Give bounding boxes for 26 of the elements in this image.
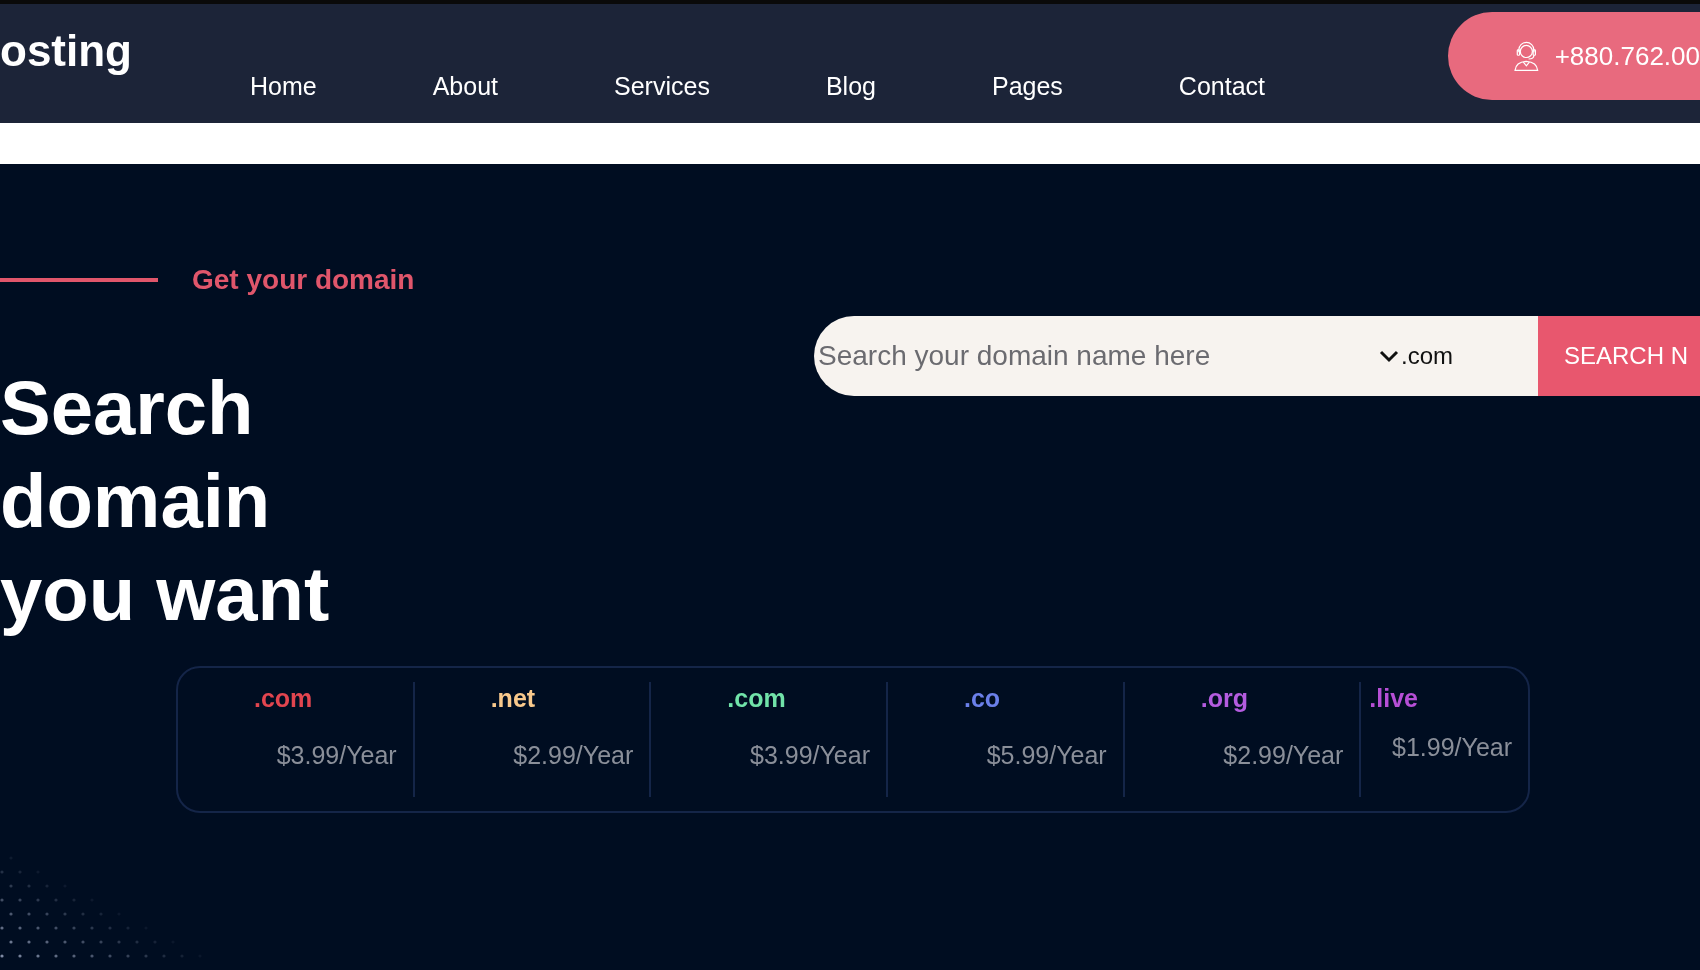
domain-extension: .co: [964, 684, 1001, 713]
hero-heading: Search: [0, 364, 255, 452]
domain-extension: .net: [490, 684, 536, 713]
nav-link[interactable]: Blog: [825, 72, 876, 101]
hero-heading: you want: [0, 550, 331, 638]
extension-dropdown[interactable]: .com: [1378, 316, 1538, 396]
nav-link[interactable]: Services: [614, 72, 710, 101]
section-eyebrow: Get your domain: [192, 264, 415, 296]
nav-link[interactable]: About: [432, 72, 499, 101]
domain-extension: .com: [727, 684, 786, 713]
domain-price: $2.99/Year: [513, 741, 634, 770]
domain-search-field[interactable]: Search your domain name here: [814, 316, 1378, 396]
domain-price: $5.99/Year: [986, 741, 1107, 770]
domain-price: $3.99/Year: [276, 741, 397, 770]
domain-price: $2.99/Year: [1223, 741, 1344, 770]
nav-link[interactable]: Home: [250, 72, 317, 101]
nav-link[interactable]: Contact: [1178, 72, 1265, 101]
domain-extension: .live: [1369, 684, 1418, 713]
domain-extension: .org: [1200, 684, 1248, 713]
chevron-down-icon: [1379, 349, 1399, 363]
domain-price: $3.99/Year: [750, 741, 870, 770]
logo-text: osting: [0, 26, 133, 76]
domain-extension: .com: [254, 684, 313, 713]
domain-price: $1.99/Year: [1392, 733, 1513, 762]
hero-heading: domain: [0, 457, 272, 545]
nav-link[interactable]: Pages: [991, 72, 1063, 101]
